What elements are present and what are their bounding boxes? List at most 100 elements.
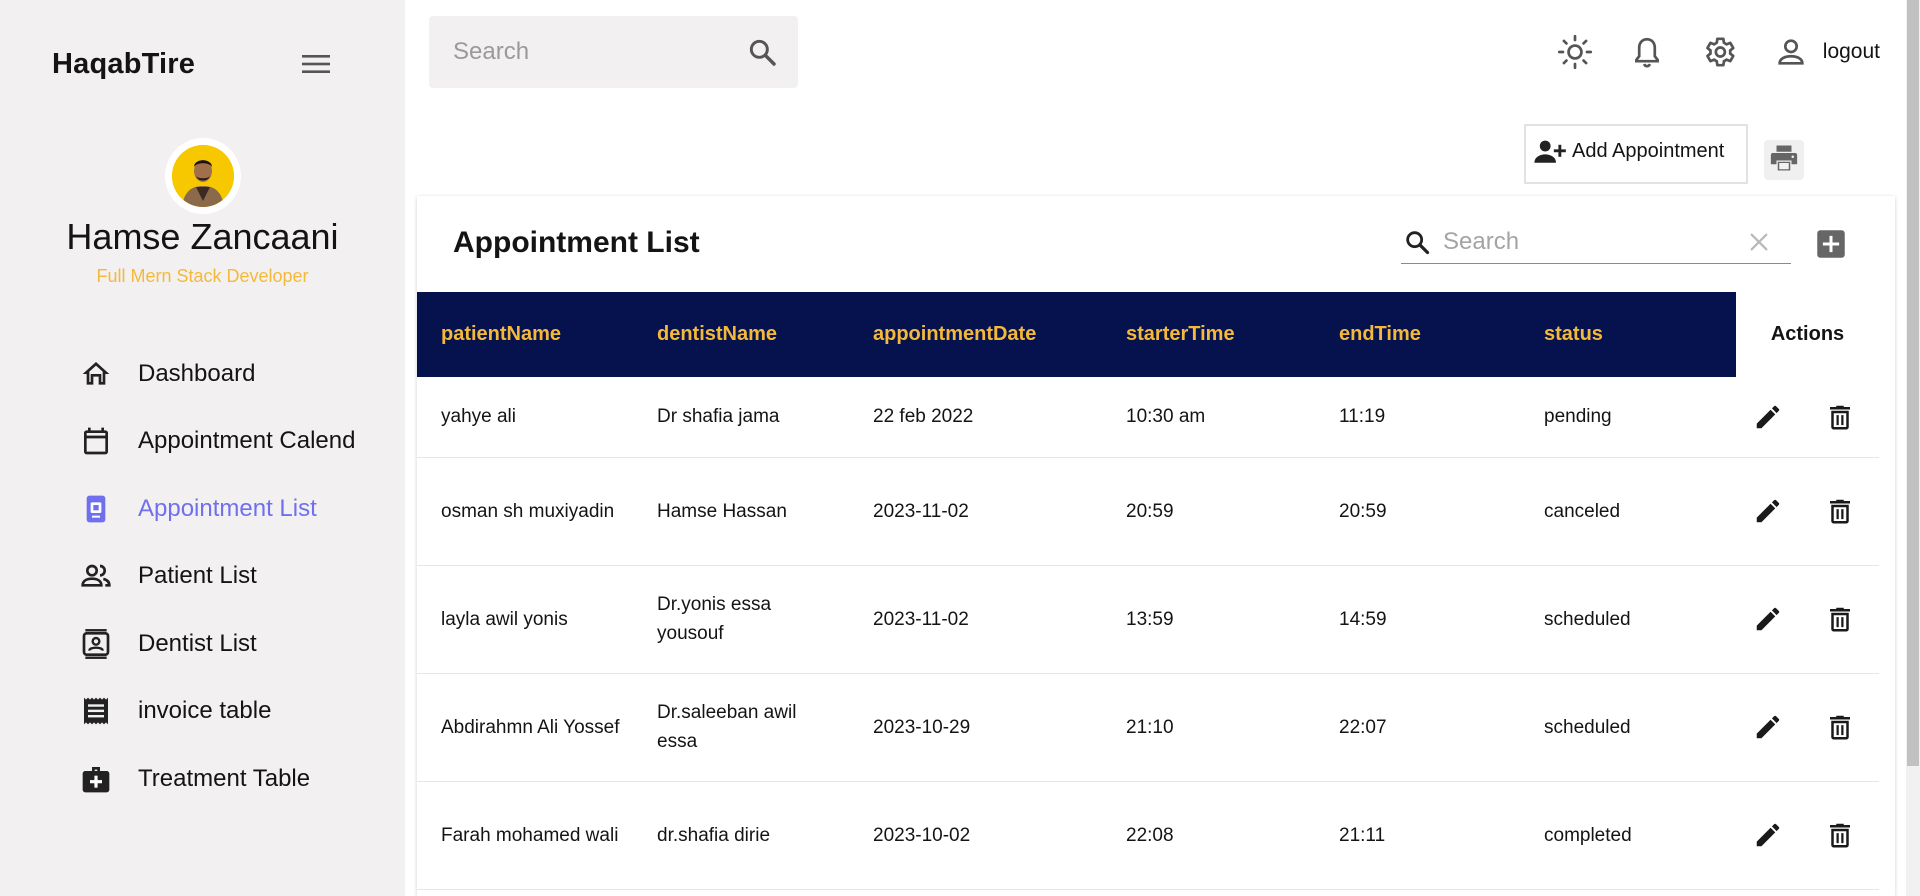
cell-dentist-name: Dr.yonis essa yousouf <box>633 565 849 674</box>
table-search-box <box>1401 220 1791 264</box>
user-profile-icon[interactable] <box>1769 30 1813 74</box>
sidebar-item-label: Appointment Calendar <box>138 427 356 455</box>
sidebar-item-treatment-table[interactable]: Treatment Table <box>78 745 358 813</box>
edit-pencil-icon[interactable] <box>1750 709 1786 745</box>
cell-actions <box>1736 781 1879 890</box>
cell-end-time: 21:11 <box>1315 781 1520 890</box>
delete-trash-icon[interactable] <box>1822 817 1858 853</box>
cell-patient-name: Farah mohamed wali <box>417 781 633 890</box>
sidebar-nav: Dashboard Appointment Calendar Appointme… <box>78 340 358 813</box>
cell-appointment-date: 2023-10-02 <box>849 781 1102 890</box>
column-header-actions: Actions <box>1736 292 1879 377</box>
cell-starter-time: 20:59 <box>1102 457 1315 566</box>
sidebar-item-appointment-list[interactable]: Appointment List <box>78 475 358 543</box>
people-icon <box>78 558 114 594</box>
add-appointment-button[interactable]: Add Appointment <box>1524 124 1748 184</box>
edit-pencil-icon[interactable] <box>1750 601 1786 637</box>
column-header-dentistname[interactable]: dentistName <box>633 292 849 377</box>
cell-status: completed <box>1520 781 1736 890</box>
column-header-startertime[interactable]: starterTime <box>1102 292 1315 377</box>
medical-bag-icon <box>78 761 114 797</box>
user-role: Full Mern Stack Developer <box>96 266 309 286</box>
top-search-box <box>429 16 798 88</box>
table-row: Farah mohamed wali dr.shafia dirie 2023-… <box>417 781 1879 890</box>
delete-trash-icon[interactable] <box>1822 493 1858 529</box>
cell-dentist-name: Hamse Hassan <box>633 457 849 566</box>
cell-status: pending <box>1520 377 1736 458</box>
add-appointment-label: Add Appointment <box>1572 140 1725 162</box>
avatar-image <box>172 145 234 207</box>
card-title: Appointment List <box>453 226 700 259</box>
edit-pencil-icon[interactable] <box>1750 493 1786 529</box>
table-row: osman sh muxiyadin Hamse Hassan 2023-11-… <box>417 457 1879 566</box>
notifications-bell-icon[interactable] <box>1625 30 1669 74</box>
sidebar-item-invoice-table[interactable]: invoice table <box>78 678 358 746</box>
logout-link[interactable]: logout <box>1823 40 1880 64</box>
clear-search-icon[interactable] <box>1747 230 1771 254</box>
column-header-patientname[interactable]: patientName <box>417 292 633 377</box>
appointment-list-card: Appointment List patientName dentistName… <box>417 196 1895 896</box>
delete-trash-icon[interactable] <box>1822 709 1858 745</box>
search-icon <box>1401 226 1433 258</box>
sidebar-item-dentist-list[interactable]: Dentist List <box>78 610 358 678</box>
cell-actions <box>1736 565 1879 674</box>
menu-toggle-button[interactable] <box>298 48 334 84</box>
brand-title: HaqabTire <box>52 48 196 80</box>
cell-patient-name: osman sh muxiyadin <box>417 457 633 566</box>
table-search-input[interactable] <box>1443 227 1733 256</box>
print-button[interactable] <box>1764 140 1804 180</box>
cell-appointment-date: 2023-11-02 <box>849 565 1102 674</box>
column-header-endtime[interactable]: endTime <box>1315 292 1520 377</box>
column-header-appointmentdate[interactable]: appointmentDate <box>849 292 1102 377</box>
calendar-icon <box>78 423 114 459</box>
cell-end-time: 22:07 <box>1315 673 1520 782</box>
sidebar-item-appointment-calendar[interactable]: Appointment Calendar <box>78 408 358 476</box>
cell-status: scheduled <box>1520 673 1736 782</box>
cell-dentist-name: dr.shafia dirie <box>633 781 849 890</box>
sidebar-item-patient-list[interactable]: Patient List <box>78 543 358 611</box>
sidebar-item-label: Appointment List <box>138 494 317 522</box>
table-row: layla awil yonis Dr.yonis essa yousouf 2… <box>417 565 1879 674</box>
cell-appointment-date: 2023-10-29 <box>849 673 1102 782</box>
cell-starter-time: 10:30 am <box>1102 377 1315 458</box>
cell-starter-time: 13:59 <box>1102 565 1315 674</box>
cell-actions <box>1736 457 1879 566</box>
cell-actions <box>1736 673 1879 782</box>
sidebar-item-label: Dashboard <box>138 359 256 387</box>
light-mode-sun-icon[interactable] <box>1553 30 1597 74</box>
table-header-row: patientName dentistName appointmentDate … <box>417 292 1879 377</box>
cell-actions <box>1736 377 1879 458</box>
cell-dentist-name: Dr shafia jama <box>633 377 849 458</box>
add-record-icon[interactable] <box>1815 228 1847 260</box>
appointment-table: patientName dentistName appointmentDate … <box>417 292 1879 890</box>
appointment-list-icon <box>78 491 114 527</box>
cell-dentist-name: Dr.saleeban awil essa <box>633 673 849 782</box>
search-icon[interactable] <box>744 34 780 70</box>
sidebar-item-label: invoice table <box>138 697 272 725</box>
top-search-input[interactable] <box>453 38 733 66</box>
cell-status: scheduled <box>1520 565 1736 674</box>
edit-pencil-icon[interactable] <box>1750 399 1786 435</box>
delete-trash-icon[interactable] <box>1822 601 1858 637</box>
cell-appointment-date: 2023-11-02 <box>849 457 1102 566</box>
settings-gear-icon[interactable] <box>1697 30 1741 74</box>
cell-patient-name: Abdirahmn Ali Yossef <box>417 673 633 782</box>
sidebar-item-label: Dentist List <box>138 629 257 657</box>
cell-appointment-date: 22 feb 2022 <box>849 377 1102 458</box>
printer-icon <box>1768 143 1800 178</box>
cell-patient-name: layla awil yonis <box>417 565 633 674</box>
cell-end-time: 11:19 <box>1315 377 1520 458</box>
page-scrollbar[interactable] <box>1906 0 1920 896</box>
cell-starter-time: 22:08 <box>1102 781 1315 890</box>
sidebar-item-label: Patient List <box>138 562 257 590</box>
contact-card-icon <box>78 626 114 662</box>
cell-status: canceled <box>1520 457 1736 566</box>
sidebar-item-dashboard[interactable]: Dashboard <box>78 340 358 408</box>
edit-pencil-icon[interactable] <box>1750 817 1786 853</box>
scrollbar-thumb[interactable] <box>1907 0 1919 766</box>
table-row: Abdirahmn Ali Yossef Dr.saleeban awil es… <box>417 673 1879 782</box>
column-header-status[interactable]: status <box>1520 292 1736 377</box>
delete-trash-icon[interactable] <box>1822 399 1858 435</box>
hamburger-menu-icon <box>301 53 331 80</box>
person-add-icon <box>1530 136 1570 168</box>
